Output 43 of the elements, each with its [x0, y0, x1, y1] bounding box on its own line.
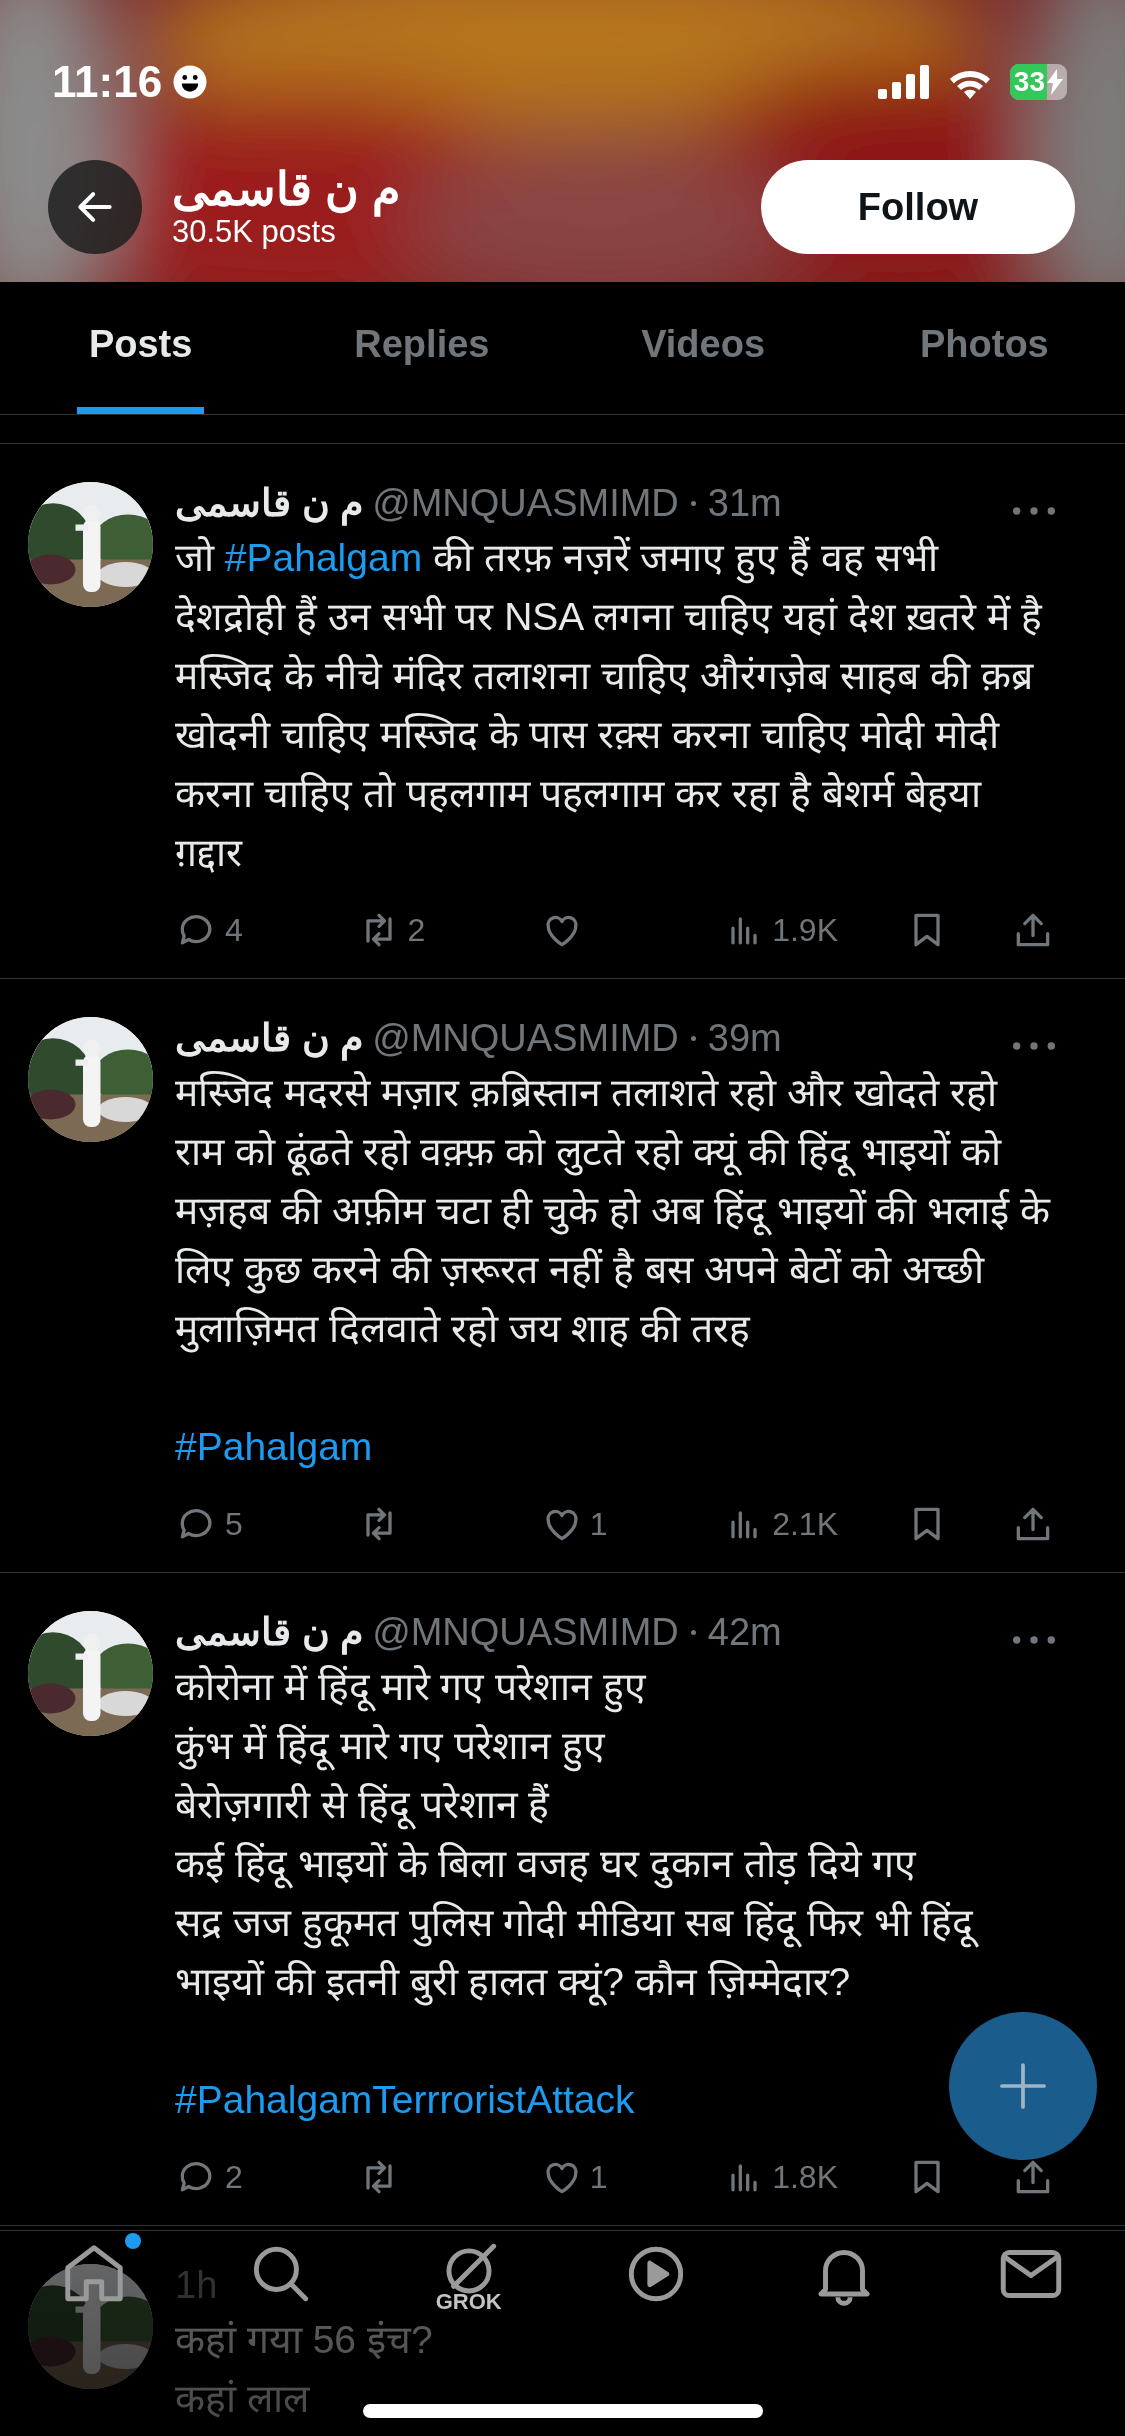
- author-handle: @MNQUASMIMD: [372, 1610, 679, 1655]
- post-text: कहां गया 56 इंच?: [175, 2317, 433, 2363]
- signal-icon: [877, 65, 930, 99]
- post-time: 39m: [707, 1016, 782, 1061]
- hashtag-link[interactable]: #Pahalgam: [175, 1425, 373, 1468]
- reposts-count: 2: [407, 911, 426, 949]
- more-icon[interactable]: [1013, 1041, 1055, 1051]
- tab[interactable]: Photos: [843, 282, 1125, 414]
- views-count: 1.9K: [772, 911, 838, 949]
- battery-level: 33: [1012, 66, 1046, 98]
- replies-count: 5: [225, 1505, 243, 1543]
- views-count: 2.1K: [772, 1505, 838, 1543]
- likes-count: 1: [589, 2158, 608, 2196]
- tab[interactable]: Replies: [281, 282, 563, 414]
- more-icon[interactable]: [1013, 506, 1055, 516]
- replies-count: 2: [225, 2158, 243, 2196]
- post-text: कहां लाल: [175, 2376, 309, 2422]
- author-name: م ن قاسمی: [175, 1016, 365, 1063]
- hashtag-link[interactable]: #Pahalgam: [224, 536, 423, 579]
- tab[interactable]: Videos: [562, 282, 844, 414]
- nav-grok-button[interactable]: GROK: [419, 2231, 518, 2313]
- post-text: मस्जिद मदरसे मज़ार क़ब्रिस्तान तलाशते रहो और खोदते रहो राम को ढूंढते रहो वक़्फ़ को लुटते रहो क्यूं की हिंदू भाइयों को मज़हब की अफ़ीम चटा ही चुके हो अब हिंदू भाइयों की भलाई के लिए कुछ करने की ज़रूरत नहीं है बस अपने बेटों को अच्छी मुलाज़िमत दिलवाते रहो जय शाह की तरह: [175, 1063, 1055, 1358]
- hashtag-link[interactable]: #PahalgamTerrroristAttack: [175, 2078, 635, 2121]
- author-handle: @MNQUASMIMD: [372, 1016, 679, 1061]
- likes-count: 1: [589, 1505, 608, 1543]
- author-name: م ن قاسمی: [175, 481, 365, 528]
- separator-dot: [690, 1629, 696, 1635]
- post-count: 30.5K posts: [172, 214, 337, 250]
- follow-button[interactable]: Follow: [761, 160, 1075, 254]
- author-name: م ن قاسمی: [175, 1610, 365, 1657]
- replies-count: 4: [225, 911, 243, 949]
- author-handle: @MNQUASMIMD: [372, 481, 679, 526]
- more-icon[interactable]: [1013, 1635, 1055, 1645]
- post-time: 31m: [707, 481, 782, 526]
- clock-time: 11:16: [52, 57, 163, 107]
- post-text: कोरोना में हिंदू मारे गए परेशान हुए कुंभ में हिंदू मारे गए परेशान हुए बेरोज़गारी से हिंदू परेशान हैं कई हिंदू भाइयों के बिला वजह घर दुकान तोड़ दिये गए सद्र जज हुकूमत पुलिस गोदी मीडिया सब हिंदू फिर भी हिंदू भाइयों की इतनी बुरी हालत क्यूं? कौन ज़िम्मेदार?: [175, 1657, 1055, 2011]
- separator-dot: [690, 500, 696, 506]
- views-count: 1.8K: [772, 2158, 838, 2196]
- post-time: 42m: [707, 1610, 782, 1655]
- separator-dot: [690, 1035, 696, 1041]
- smiley-icon: [172, 64, 209, 100]
- post-text: जो #Pahalgam की तरफ़ नज़रें जमाए हुए हैं वह सभी देशद्रोही हैं उन सभी पर NSA लगना चाहिए यहां देश ख़तरे में है मस्जिद के नीचे मंदिर तलाशना चाहिए औरंगज़ेब साहब की क़ब्र खोदनी चाहिए मस्जिद के पास रक़्स करना चाहिए मोदी मोदी करना चाहिए तो पहलगाम पहलगाम कर रहा है बेशर्म बेहया ग़द्दार: [175, 535, 1044, 876]
- tab[interactable]: Posts: [0, 282, 282, 414]
